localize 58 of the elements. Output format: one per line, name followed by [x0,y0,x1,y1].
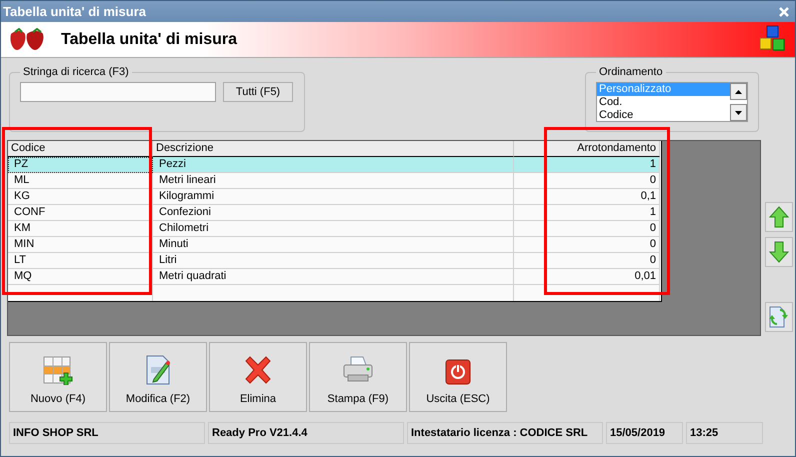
toolbar-button[interactable]: Nuovo (F4) [9,342,107,412]
status-field: Intestatario licenza : CODICE SRL [407,422,603,444]
column-header[interactable]: Arrotondamento [514,141,660,157]
search-group-label: Stringa di ricerca (F3) [22,66,130,78]
scroll-down-button[interactable] [730,104,747,121]
ordering-list[interactable]: Personalizzato Cod. Codice [596,82,748,122]
ordering-option[interactable]: Cod. [597,96,730,109]
table-cell: PZ [8,157,153,173]
close-button[interactable] [777,4,791,18]
power-icon [445,359,471,385]
document-pencil-icon [144,355,172,385]
table-cell: KM [8,221,153,237]
refresh-button[interactable] [765,302,793,332]
column-header[interactable]: Codice [8,141,153,157]
table-cell: Metri lineari [153,173,514,189]
table-cell: Chilometri [153,221,514,237]
table-cell: Confezioni [153,205,514,221]
move-up-button[interactable] [765,202,793,232]
table-cell: ML [8,173,153,189]
table-cell: Pezzi [153,157,514,173]
table-cell: 1 [514,157,660,173]
table-cell: Minuti [153,237,514,253]
column-header[interactable]: Descrizione [153,141,514,157]
table-cell: Litri [153,253,514,269]
table-cell: Kilogrammi [153,189,514,205]
toolbar-button[interactable]: Stampa (F9) [309,342,407,412]
table-cell: 1 [514,205,660,221]
table-cell: LT [8,253,153,269]
up-arrow-icon [735,90,742,94]
down-arrow-icon [735,110,742,114]
status-field: Ready Pro V21.4.4 [208,422,404,444]
table-cell: 0 [514,221,660,237]
delete-icon [243,355,273,385]
status-field: 13:25 [686,422,763,444]
table-cell: 0 [514,237,660,253]
table-cell: KG [8,189,153,205]
status-field: INFO SHOP SRL [9,422,205,444]
header-title: Tabella unita' di misura [61,30,238,48]
move-down-button[interactable] [765,237,793,267]
table-cell: MIN [8,237,153,253]
ordering-option[interactable]: Codice [597,109,730,122]
scroll-up-button[interactable] [730,83,747,100]
table-cell: 0 [514,253,660,269]
table-cell: 0,1 [514,189,660,205]
search-field[interactable] [20,82,216,102]
table-cell: MQ [8,269,153,285]
window-title: Tabella unita' di misura [3,4,146,19]
grid-add-icon [43,355,73,385]
status-field: 15/05/2019 [606,422,683,444]
toolbar-button[interactable]: Elimina [209,342,307,412]
table-cell: 0 [514,173,660,189]
table-cell: Metri quadrati [153,269,514,285]
toolbar-button[interactable]: Modifica (F2) [109,342,207,412]
ordering-group-label: Ordinamento [598,66,664,78]
table-cell: 0,01 [514,269,660,285]
all-button[interactable]: Tutti (F5) [223,82,293,102]
toolbar-button[interactable]: Uscita (ESC) [409,342,507,412]
table-cell: CONF [8,205,153,221]
